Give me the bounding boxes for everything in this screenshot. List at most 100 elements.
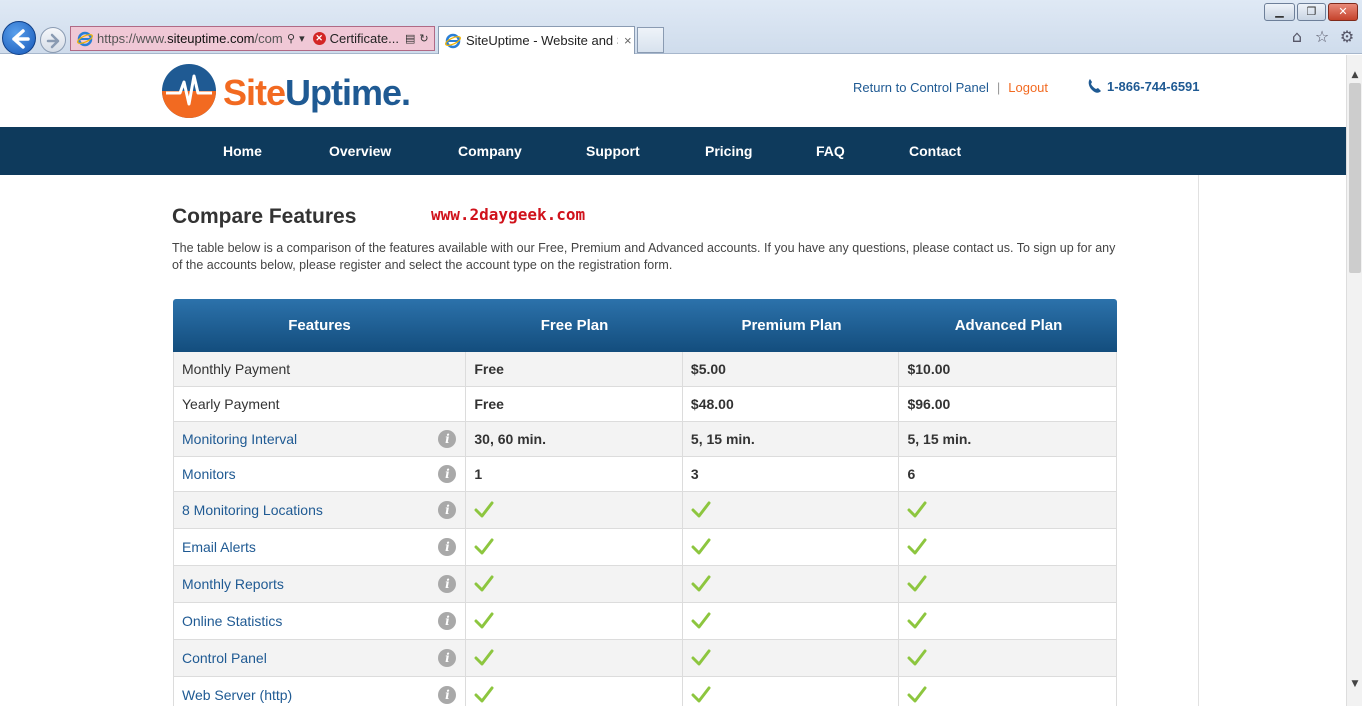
refresh-icon[interactable]: ↻ <box>419 32 428 45</box>
ie-logo-icon <box>77 31 93 46</box>
nav-faq[interactable]: FAQ <box>816 143 845 159</box>
plan-value <box>899 603 1116 639</box>
plan-value: 5, 15 min. <box>907 431 972 447</box>
scroll-up-arrow-icon[interactable]: ▲ <box>1347 67 1362 83</box>
plan-value <box>466 603 683 639</box>
web-page: SiteUptime. Return to Control Panel | Lo… <box>0 55 1346 706</box>
info-icon[interactable]: i <box>438 465 457 483</box>
plan-value: 3 <box>683 457 900 491</box>
watermark-text: www.2daygeek.com <box>431 205 586 224</box>
plan-value: $96.00 <box>907 396 951 412</box>
plan-value <box>683 603 900 639</box>
plan-value <box>899 529 1116 565</box>
info-icon[interactable]: i <box>438 430 457 448</box>
close-button[interactable]: ✕ <box>1328 3 1358 21</box>
check-icon <box>907 686 927 703</box>
home-icon[interactable]: ⌂ <box>1288 28 1306 46</box>
feature-name[interactable]: Web Server (http) i <box>174 677 467 706</box>
phone-number: 1-866-744-6591 <box>1086 78 1200 94</box>
dropdown-icon[interactable]: ▾ <box>299 32 305 45</box>
info-icon[interactable]: i <box>438 575 457 593</box>
scroll-down-arrow-icon[interactable]: ▼ <box>1347 676 1362 692</box>
info-icon[interactable]: i <box>438 686 457 704</box>
table-row: Monthly Reports i <box>173 566 1117 603</box>
tab-title: SiteUptime - Website and S... <box>466 33 618 48</box>
info-icon[interactable]: i <box>438 649 457 667</box>
feature-name[interactable]: Monthly Reports i <box>174 566 467 602</box>
feature-name[interactable]: Monitors i <box>174 457 467 491</box>
check-icon <box>474 612 494 629</box>
info-icon[interactable]: i <box>438 612 457 630</box>
nav-company[interactable]: Company <box>458 143 522 159</box>
nav-overview[interactable]: Overview <box>329 143 391 159</box>
check-icon <box>691 612 711 629</box>
feature-name[interactable]: Online Statistics i <box>174 603 467 639</box>
check-icon <box>474 649 494 666</box>
nav-pricing[interactable]: Pricing <box>705 143 752 159</box>
feature-name: Monthly Payment <box>174 352 467 386</box>
forward-button[interactable] <box>40 27 66 53</box>
tab-siteuptime[interactable]: SiteUptime - Website and S... × <box>438 26 635 54</box>
plan-value <box>466 566 683 602</box>
back-button[interactable] <box>2 21 36 55</box>
feature-name[interactable]: Monitoring Interval i <box>174 422 467 456</box>
table-row: 8 Monitoring Locations i <box>173 492 1117 529</box>
ie-logo-icon <box>445 33 461 48</box>
info-icon[interactable]: i <box>438 501 457 519</box>
main-nav: Home Overview Company Support Pricing FA… <box>0 127 1346 175</box>
info-icon[interactable]: i <box>438 538 457 556</box>
table-row: Online Statistics i <box>173 603 1117 640</box>
table-row: Email Alerts i <box>173 529 1117 566</box>
plan-value: 1 <box>466 457 683 491</box>
plan-value: Free <box>466 387 683 421</box>
new-tab-button[interactable] <box>637 27 664 53</box>
address-url: https://www.siteuptime.com/com <box>97 31 283 46</box>
return-to-control-panel-link[interactable]: Return to Control Panel <box>853 80 989 95</box>
feature-name[interactable]: 8 Monitoring Locations i <box>174 492 467 528</box>
feature-name: Yearly Payment <box>174 387 467 421</box>
plan-value <box>466 640 683 676</box>
plan-value <box>683 566 900 602</box>
page-title: Compare Features <box>172 205 357 228</box>
compare-features-table: Features Free Plan Premium Plan Advanced… <box>173 299 1117 706</box>
gear-icon[interactable]: ⚙ <box>1338 28 1356 46</box>
address-bar[interactable]: https://www.siteuptime.com/com ⚲ ▾ ✕ Cer… <box>70 26 435 51</box>
header-premium-plan: Premium Plan <box>741 317 842 334</box>
check-icon <box>691 686 711 703</box>
certificate-error[interactable]: ✕ Certificate... <box>312 31 399 46</box>
logout-link[interactable]: Logout <box>1008 80 1048 95</box>
plan-value: $5.00 <box>683 352 900 386</box>
scroll-thumb[interactable] <box>1349 83 1361 273</box>
vertical-scrollbar[interactable]: ▲ ▼ <box>1346 55 1362 706</box>
plan-value <box>466 492 683 528</box>
check-icon <box>907 612 927 629</box>
check-icon <box>907 538 927 555</box>
nav-contact[interactable]: Contact <box>909 143 961 159</box>
table-header: Features Free Plan Premium Plan Advanced… <box>173 299 1117 352</box>
maximize-button[interactable]: ❐ <box>1297 3 1326 21</box>
table-row: Yearly Payment Free $48.00 $96.00 <box>173 387 1117 422</box>
header-features: Features <box>288 317 351 334</box>
plan-value <box>683 492 900 528</box>
check-icon <box>691 501 711 518</box>
feature-name[interactable]: Email Alerts i <box>174 529 467 565</box>
check-icon <box>691 575 711 592</box>
check-icon <box>474 501 494 518</box>
compat-view-icon[interactable]: ▤ <box>405 32 415 45</box>
plan-value: 5, 15 min. <box>683 422 900 456</box>
header-free-plan: Free Plan <box>540 317 609 334</box>
tab-close-icon[interactable]: × <box>624 33 632 48</box>
minimize-button[interactable]: ▁ <box>1264 3 1295 21</box>
nav-support[interactable]: Support <box>586 143 640 159</box>
siteuptime-logo[interactable]: SiteUptime. <box>160 60 420 120</box>
check-icon <box>474 575 494 592</box>
feature-name[interactable]: Control Panel i <box>174 640 467 676</box>
heartbeat-globe-icon <box>162 64 216 118</box>
check-icon <box>907 575 927 592</box>
plan-value: 30, 60 min. <box>466 422 683 456</box>
search-icon[interactable]: ⚲ <box>287 32 295 45</box>
header-links: Return to Control Panel | Logout <box>853 80 1048 95</box>
plan-value <box>899 640 1116 676</box>
nav-home[interactable]: Home <box>223 143 262 159</box>
favorites-star-icon[interactable]: ☆ <box>1313 28 1331 46</box>
